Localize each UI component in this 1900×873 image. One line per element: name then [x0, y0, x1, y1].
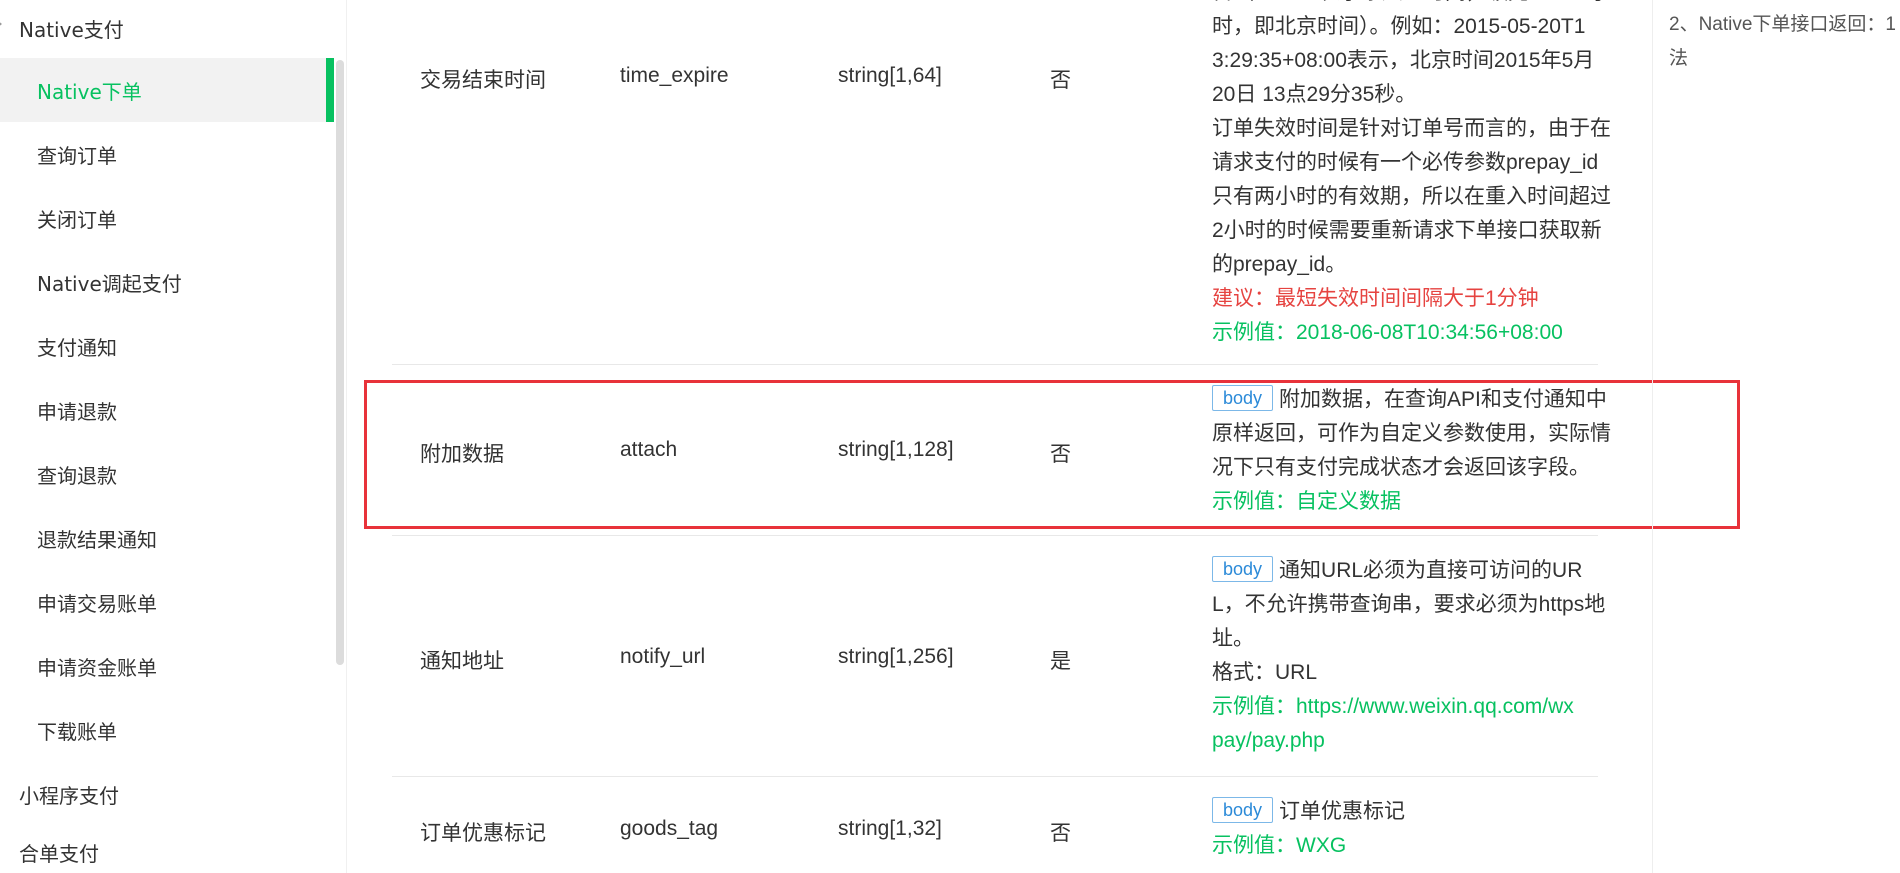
- param-type: string[1,32]: [838, 817, 942, 840]
- desc-text: 通知URL必须为直接可访问的UR: [1279, 559, 1583, 582]
- right-panel-line: 法: [1669, 48, 1689, 69]
- sidebar-item-close-order[interactable]: 关闭订单: [0, 186, 330, 250]
- desc-line: 日（+08:00表示东八区时间，领先UTC 8小: [1212, 0, 1622, 10]
- desc-line: body 通知URL必须为直接可访问的UR: [1212, 554, 1622, 588]
- sidebar-item-label: 退款结果通知: [37, 527, 157, 552]
- param-name: 订单优惠标记: [420, 822, 546, 845]
- param-required: 否: [1050, 69, 1071, 92]
- sidebar-item-native-order[interactable]: Native下单: [0, 58, 330, 122]
- right-panel-text: 2、Native下单接口返回：1 法: [1669, 8, 1900, 76]
- table-row: 订单优惠标记 goods_tag string[1,32] 否 body 订单优惠…: [392, 777, 1598, 873]
- desc-line: 址。: [1212, 627, 1254, 650]
- sidebar-item-label: 申请退款: [37, 399, 117, 424]
- param-field: goods_tag: [620, 817, 719, 840]
- sidebar-item-label: Native调起支付: [37, 271, 182, 296]
- right-panel-line: 2、Native下单接口返回：1: [1669, 14, 1896, 35]
- param-required: 是: [1050, 650, 1071, 673]
- active-indicator: [326, 58, 334, 122]
- desc-line: 格式：URL: [1212, 661, 1318, 684]
- desc-line: 3:29:35+08:00表示，北京时间2015年5月: [1212, 49, 1595, 72]
- param-description: 日（+08:00表示东八区时间，领先UTC 8小 时，即北京时间）。例如：201…: [1212, 0, 1622, 350]
- sidebar-item-label: 查询订单: [37, 143, 117, 168]
- example-value: 示例值：WXG: [1212, 834, 1347, 857]
- example-value: pay/pay.php: [1212, 729, 1325, 752]
- sidebar-item-label: 支付通知: [37, 335, 117, 360]
- sidebar-item-pay-notify[interactable]: 支付通知: [0, 314, 330, 378]
- param-name: 交易结束时间: [420, 69, 546, 92]
- param-type: string[1,64]: [838, 64, 942, 87]
- body-tag: body: [1212, 556, 1274, 582]
- param-type: string[1,256]: [838, 645, 954, 668]
- page: Native支付 Native下单 查询订单 关闭订单 Native调起支付 支…: [0, 0, 1900, 873]
- sidebar-nav: Native支付 Native下单 查询订单 关闭订单 Native调起支付 支…: [0, 0, 347, 873]
- param-description: body 订单优惠标记 示例值：WXG: [1212, 795, 1622, 863]
- sidebar-item-download-bill[interactable]: 下载账单: [0, 698, 330, 762]
- desc-line: 只有两小时的有效期，所以在重入时间超过: [1212, 185, 1611, 208]
- right-panel: 2、Native下单接口返回：1 法: [1652, 0, 1900, 873]
- sidebar-item-label: 下载账单: [37, 719, 117, 744]
- param-name: 通知地址: [420, 650, 504, 673]
- sidebar-item-label: 合单支付: [19, 841, 99, 866]
- desc-line: 时，即北京时间）。例如：2015-05-20T1: [1212, 15, 1586, 38]
- sidebar-item-trade-bill[interactable]: 申请交易账单: [0, 570, 330, 634]
- sidebar-item-miniprogram-pay[interactable]: 小程序支付: [0, 762, 330, 826]
- desc-line: 订单失效时间是针对订单号而言的，由于在: [1212, 117, 1611, 140]
- body-tag: body: [1212, 797, 1274, 823]
- desc-line: body 订单优惠标记: [1212, 795, 1622, 829]
- sidebar-item-refund[interactable]: 申请退款: [0, 378, 330, 442]
- highlight-box: [364, 380, 1740, 529]
- sidebar-item-label: 查询退款: [37, 463, 117, 488]
- sidebar-item-native-pay[interactable]: Native支付: [0, 0, 330, 60]
- sidebar-item-label: 关闭订单: [37, 207, 117, 232]
- sidebar-item-query-order[interactable]: 查询订单: [0, 122, 330, 186]
- sidebar-item-combine-pay[interactable]: 合单支付: [0, 820, 330, 873]
- param-field: time_expire: [620, 64, 729, 87]
- example-value: 示例值：2018-06-08T10:34:56+08:00: [1212, 321, 1563, 344]
- desc-line: 的prepay_id。: [1212, 253, 1347, 276]
- desc-line: 2小时的时候需要重新请求下单接口获取新: [1212, 219, 1602, 242]
- sidebar-item-label: Native下单: [37, 79, 142, 104]
- param-required: 否: [1050, 822, 1071, 845]
- sidebar-scrollbar[interactable]: [336, 60, 344, 665]
- param-description: body 通知URL必须为直接可访问的UR L，不允许携带查询串，要求必须为htt…: [1212, 554, 1622, 758]
- sidebar-item-label: 申请交易账单: [37, 591, 157, 616]
- desc-line: 20日 13点29分35秒。: [1212, 83, 1417, 106]
- sidebar-item-label: Native支付: [19, 17, 124, 42]
- sidebar-item-query-refund[interactable]: 查询退款: [0, 442, 330, 506]
- desc-line: 请求支付的时候有一个必传参数prepay_id: [1212, 151, 1599, 174]
- table-row: 通知地址 notify_url string[1,256] 是 body 通知UR…: [392, 536, 1605, 777]
- suggestion-text: 建议：最短失效时间间隔大于1分钟: [1212, 287, 1539, 310]
- example-value: 示例值：https://www.weixin.qq.com/wx: [1212, 695, 1574, 718]
- sidebar-item-fund-bill[interactable]: 申请资金账单: [0, 634, 330, 698]
- table-row: 交易结束时间 time_expire string[1,64] 否 日（+08:…: [392, 0, 1611, 365]
- sidebar-item-refund-notify[interactable]: 退款结果通知: [0, 506, 330, 570]
- param-field: notify_url: [620, 645, 706, 668]
- sidebar-item-native-invoke[interactable]: Native调起支付: [0, 250, 330, 314]
- desc-line: L，不允许携带查询串，要求必须为https地: [1212, 593, 1606, 616]
- sidebar-item-label: 申请资金账单: [37, 655, 157, 680]
- desc-text: 订单优惠标记: [1279, 800, 1406, 823]
- sidebar-item-label: 小程序支付: [19, 783, 119, 808]
